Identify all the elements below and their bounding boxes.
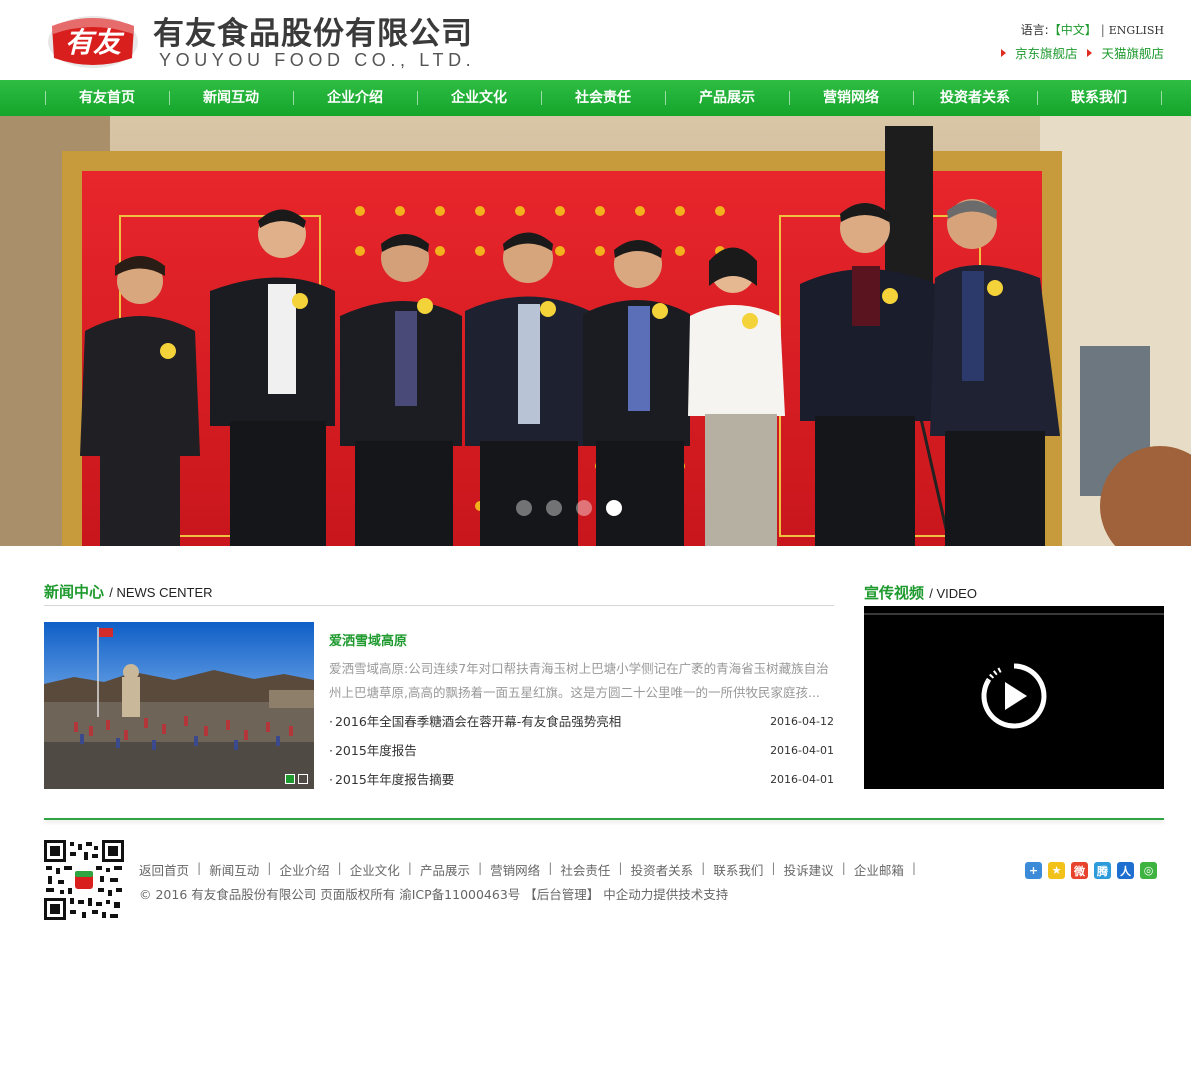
footer-link-separator: | xyxy=(841,860,846,875)
footer-link-marketing[interactable]: 营销网络 xyxy=(490,860,540,879)
weibo-icon[interactable]: 微 xyxy=(1071,862,1088,879)
footer-link-separator: | xyxy=(771,860,776,875)
footer-link-separator: | xyxy=(618,860,623,875)
jd-store-link[interactable]: 京东旗舰店 xyxy=(1015,46,1078,61)
footer-link-separator: | xyxy=(267,860,272,875)
footer-link-separator: | xyxy=(477,860,483,875)
nav-item-contact[interactable]: 联系我们 xyxy=(1037,80,1161,116)
news-section-title: 新闻中心 / NEWS CENTER xyxy=(44,581,213,602)
nav-item-home[interactable]: 有友首页 xyxy=(45,80,169,116)
footer-link-responsibility[interactable]: 社会责任 xyxy=(560,860,610,879)
main-nav: 有友首页 新闻互动 企业介绍 企业文化 社会责任 产品展示 营销网络 投资者关系… xyxy=(0,80,1191,116)
site-header: 有友 有友食品股份有限公司 YOUYOU FOOD CO., LTD. 语言:【… xyxy=(0,0,1191,80)
news-title-cn[interactable]: 新闻中心 xyxy=(44,583,104,601)
photo-page-indicator[interactable] xyxy=(298,774,308,784)
footer-link-separator: | xyxy=(407,860,412,875)
footer-link-email[interactable]: 企业邮箱 xyxy=(854,860,904,879)
lang-separator: | xyxy=(1100,23,1105,37)
triangle-arrow-icon xyxy=(1000,49,1006,57)
video-title-cn[interactable]: 宣传视频 xyxy=(864,584,924,602)
news-list: · 2016年全国春季糖酒会在蓉开幕-有友食品强势亮相 2016-04-12 · 2… xyxy=(329,711,834,798)
banner-dot[interactable] xyxy=(516,500,532,516)
qr-code xyxy=(44,840,124,920)
logo-mark-text: 有友 xyxy=(65,26,125,59)
language-label: 语言: xyxy=(1020,23,1049,37)
banner-dot-active[interactable] xyxy=(606,500,622,516)
footer-divider xyxy=(44,818,1164,820)
news-list-item[interactable]: · 2015年年度报告摘要 2016-04-01 xyxy=(329,769,834,798)
footer-links: 返回首页 | 新闻互动 | 企业介绍 | 企业文化 | 产品展示 | 营销网络 | 社会责任… xyxy=(139,860,924,879)
news-item-title[interactable]: 2015年年度报告摘要 xyxy=(335,772,454,787)
footer-link-home[interactable]: 返回首页 xyxy=(139,860,189,879)
lang-english-link[interactable]: ENGLISH xyxy=(1109,24,1164,37)
company-name-en: YOUYOU FOOD CO., LTD. xyxy=(159,50,476,70)
news-item-date: 2016-04-12 xyxy=(770,715,834,728)
share-bar: + ★ 微 腾 人 ◎ xyxy=(1025,862,1157,879)
renren-icon[interactable]: 人 xyxy=(1117,862,1134,879)
nav-item-investors[interactable]: 投资者关系 xyxy=(913,80,1037,116)
wechat-icon[interactable]: ◎ xyxy=(1140,862,1157,879)
video-player[interactable] xyxy=(864,606,1164,789)
news-bullet: · xyxy=(329,743,333,758)
banner-dot[interactable] xyxy=(576,500,592,516)
footer-link-complaints[interactable]: 投诉建议 xyxy=(784,860,834,879)
featured-news-title[interactable]: 爱洒雪域高原 xyxy=(329,630,407,649)
footer-link-investors[interactable]: 投资者关系 xyxy=(631,860,694,879)
footer-link-separator: | xyxy=(337,860,342,875)
news-bullet: · xyxy=(329,714,333,729)
share-more-icon[interactable]: + xyxy=(1025,862,1042,879)
language-switcher: 语言:【中文】 | ENGLISH xyxy=(1021,21,1164,38)
news-item-date: 2016-04-01 xyxy=(770,773,834,786)
photo-page-indicator-active[interactable] xyxy=(285,774,295,784)
nav-item-news[interactable]: 新闻互动 xyxy=(169,80,293,116)
company-logo[interactable]: 有友 xyxy=(46,12,140,70)
news-list-item[interactable]: · 2015年度报告 2016-04-01 xyxy=(329,740,834,769)
footer-link-separator: | xyxy=(548,860,553,875)
video-section-title: 宣传视频 / VIDEO xyxy=(864,582,977,603)
footer-link-about[interactable]: 企业介绍 xyxy=(279,860,329,879)
nav-end-divider xyxy=(1161,91,1162,105)
news-item-date: 2016-04-01 xyxy=(770,744,834,757)
banner-pagination xyxy=(516,500,622,516)
footer-link-separator: | xyxy=(911,860,917,875)
footer-link-culture[interactable]: 企业文化 xyxy=(350,860,400,879)
news-item-title[interactable]: 2016年全国春季糖酒会在蓉开幕-有友食品强势亮相 xyxy=(335,714,621,729)
video-title-en: / VIDEO xyxy=(929,586,977,601)
play-icon[interactable] xyxy=(864,606,1164,789)
news-item-title[interactable]: 2015年度报告 xyxy=(335,743,417,758)
footer-link-separator: | xyxy=(197,860,202,875)
news-title-en: / NEWS CENTER xyxy=(109,585,213,600)
tencent-weibo-icon[interactable]: 腾 xyxy=(1094,862,1111,879)
copyright-text: © 2016 有友食品股份有限公司 页面版权所有 渝ICP备11000463号 … xyxy=(139,887,729,902)
nav-item-about[interactable]: 企业介绍 xyxy=(293,80,417,116)
company-name-cn: 有友食品股份有限公司 xyxy=(153,16,473,52)
news-list-item[interactable]: · 2016年全国春季糖酒会在蓉开幕-有友食品强势亮相 2016-04-12 xyxy=(329,711,834,740)
footer-link-contact[interactable]: 联系我们 xyxy=(713,860,763,879)
news-photo-pager xyxy=(285,774,308,784)
news-divider xyxy=(44,605,834,606)
footer-link-news[interactable]: 新闻互动 xyxy=(209,860,259,879)
banner-photo xyxy=(0,116,1191,546)
footer-link-products[interactable]: 产品展示 xyxy=(420,860,470,879)
nav-item-marketing[interactable]: 营销网络 xyxy=(789,80,913,116)
lang-chinese-link[interactable]: 【中文】 xyxy=(1049,23,1097,37)
footer-link-separator: | xyxy=(701,860,706,875)
featured-news-desc: 爱洒雪域高原:公司连续7年对口帮扶青海玉树上巴塘小学侧记在广袤的青海省玉树藏族自… xyxy=(329,661,829,700)
qzone-icon[interactable]: ★ xyxy=(1048,862,1065,879)
nav-item-responsibility[interactable]: 社会责任 xyxy=(541,80,665,116)
news-photo-image xyxy=(44,622,314,789)
tmall-store-link[interactable]: 天猫旗舰店 xyxy=(1101,46,1164,61)
flagship-stores: 京东旗舰店 天猫旗舰店 xyxy=(1000,43,1164,62)
banner-dot[interactable] xyxy=(546,500,562,516)
hero-banner[interactable] xyxy=(0,116,1191,546)
news-bullet: · xyxy=(329,772,333,787)
featured-news-photo[interactable] xyxy=(44,622,314,789)
nav-item-products[interactable]: 产品展示 xyxy=(665,80,789,116)
nav-item-culture[interactable]: 企业文化 xyxy=(417,80,541,116)
triangle-arrow-icon xyxy=(1087,49,1093,57)
